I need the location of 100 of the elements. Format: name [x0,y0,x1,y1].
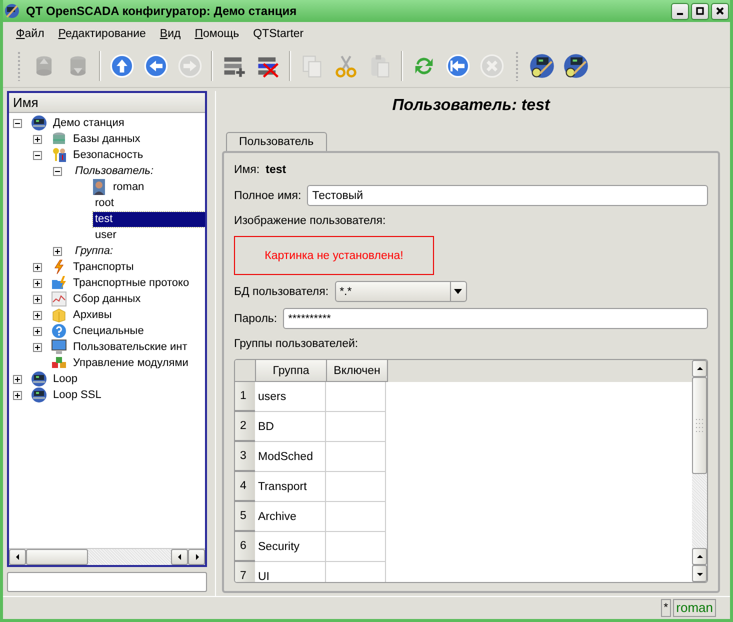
tree-item[interactable]: Loop [51,372,80,386]
tree-item[interactable]: Сбор данных [71,292,143,306]
special-icon [51,323,67,339]
tree-item[interactable]: Группа: [73,244,116,258]
table-cell [326,532,386,562]
row-number: 3 [235,442,255,472]
tree-item[interactable]: Архивы [71,308,114,322]
full-name-field[interactable]: Тестовый [307,185,708,206]
row-number: 6 [235,532,255,562]
row-number: 7 [235,562,255,582]
minimize-icon [677,12,683,14]
tree-item[interactable]: Транспорты [71,260,136,274]
user-indicator[interactable]: roman [673,599,716,617]
close-button[interactable] [711,2,729,20]
table-cell: BD [255,412,326,442]
table-cell: Archive [255,502,326,532]
menu-item[interactable]: Вид [152,28,188,40]
app-icon [4,3,20,19]
expand-toggle[interactable] [13,118,22,128]
table-cell: users [255,382,326,412]
field-label: Имя: [234,164,260,176]
horizontal-scrollbar[interactable] [9,548,205,565]
field-label: Изображение пользователя: [234,215,386,227]
tree-item[interactable]: Базы данных [71,132,142,146]
menu-item[interactable]: Редактирование [51,28,153,40]
security-icon [51,147,67,163]
tree-item[interactable]: test [93,212,205,226]
field-label: Полное имя: [234,190,302,202]
vertical-scrollbar[interactable] [692,360,707,582]
page-title: Пользователь: test [391,96,552,116]
expand-toggle[interactable] [13,390,22,400]
ui-icon [51,339,67,355]
expand-toggle[interactable] [13,374,22,384]
input-field[interactable] [7,572,207,592]
station-icon [31,371,47,387]
table-cell [326,502,386,532]
daq-icon [51,291,67,307]
column-header[interactable]: Группа [256,360,327,382]
row-number: 2 [235,412,255,442]
tree-item[interactable]: Транспортные протоко [71,276,192,290]
modules-icon [51,355,67,371]
window-title: QT OpenSCADA конфигуратор: Демо станция [26,4,298,18]
close-icon [715,6,725,16]
password-field[interactable]: ********** [283,308,708,329]
column-header[interactable]: Включен [327,360,388,382]
up-arrow-icon [696,364,704,372]
menu-item[interactable]: QTStarter [246,28,311,40]
expand-toggle[interactable] [33,150,42,160]
menu-item[interactable]: Помощь [188,28,246,40]
expand-toggle[interactable] [33,278,42,288]
tree-item[interactable]: Демо станция [51,116,126,130]
error-message: Картинка не установлена! [264,250,404,262]
caret-icon [454,289,462,294]
expand-toggle[interactable] [33,342,42,352]
expand-toggle[interactable] [33,310,42,320]
tree-item[interactable]: Безопасность [71,148,146,162]
column-header[interactable]: Имя [9,93,205,113]
tree-item[interactable]: Пользовательские инт [71,340,190,354]
tree-item[interactable]: Управление модулями [71,356,190,370]
left-arrow-icon [14,553,22,561]
maximize-button[interactable] [691,2,709,20]
menu-item[interactable]: Файл [9,28,52,40]
maximize-icon [695,6,705,16]
db-icon [51,131,67,147]
expand-toggle[interactable] [33,326,42,336]
user-name: test [266,164,286,176]
user-photo-icon [91,179,107,195]
tree-item[interactable]: Loop SSL [51,388,104,402]
tree-item[interactable]: Специальные [71,324,146,338]
expand-toggle[interactable] [33,294,42,304]
field-label: БД пользователя: [234,286,329,298]
table-cell [326,472,386,502]
field-label: Пароль: [234,312,278,324]
expand-toggle[interactable] [53,246,62,256]
station-icon [31,115,47,131]
expand-toggle[interactable] [33,262,42,272]
minimize-button[interactable] [671,2,689,20]
table-cell [326,412,386,442]
table-cell [326,382,386,412]
tree-item[interactable]: root [93,196,116,210]
archive-icon [51,307,67,323]
protocol-icon [51,275,67,291]
row-number: 1 [235,382,255,412]
tree-item[interactable]: user [93,228,118,242]
tab[interactable]: Пользователь [226,132,327,151]
tree-item[interactable]: roman [111,180,146,194]
db-dropdown[interactable]: *.* [334,281,467,302]
station-icon [31,387,47,403]
modified-indicator: * [660,599,672,617]
expand-toggle[interactable] [33,134,42,144]
up-arrow-icon [696,552,704,560]
table-cell: UI [255,562,326,582]
expand-toggle[interactable] [53,166,62,176]
tree-item[interactable]: Пользователь: [73,164,156,178]
table-cell: Security [255,532,326,562]
table-cell [326,442,386,472]
field-label: Группы пользователей: [234,338,358,350]
row-number: 5 [235,502,255,532]
table-cell: ModSched [255,442,326,472]
row-number: 4 [235,472,255,502]
